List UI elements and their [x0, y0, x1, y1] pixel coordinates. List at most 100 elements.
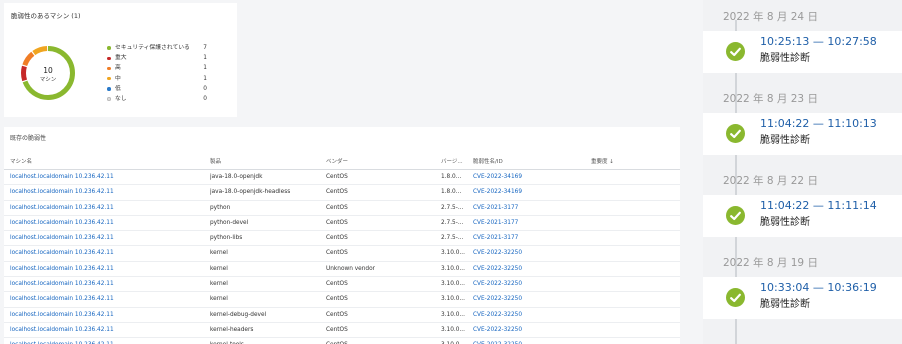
product-cell: python-devel — [210, 219, 249, 226]
check-circle-icon — [726, 288, 745, 307]
scan-time-range[interactable]: 10:33:04 — 10:36:19 — [760, 281, 877, 294]
product-cell: kernel — [210, 265, 228, 272]
product-cell: kernel-headers — [210, 326, 254, 333]
version-cell: 2.7.5-... — [441, 219, 464, 226]
cve-link[interactable]: CVE-2022-32250 — [473, 262, 588, 276]
machines-donut-chart: 10 マシン — [21, 46, 75, 100]
column-header-cve[interactable]: 脆弱性名/ID — [473, 157, 588, 167]
timeline-scan-entry[interactable]: 11:04:22 — 11:10:13 脆弱性診断 — [703, 113, 902, 155]
scan-timeline: 2022 年 8 月 24 日 10:25:13 — 10:27:58 脆弱性診断 2… — [703, 0, 902, 344]
machine-link[interactable]: localhost.localdomain 10.236.42.11 — [10, 262, 200, 276]
version-cell: 3.10.0... — [441, 265, 465, 272]
scan-time-range[interactable]: 11:04:22 — 11:10:13 — [760, 117, 877, 130]
table-body: localhost.localdomain 10.236.42.11 java-1… — [4, 170, 680, 344]
version-cell: 1.8.0... — [441, 189, 462, 196]
card-title: 脆弱性のあるマシン (1) — [11, 12, 81, 20]
product-cell: kernel-tools — [210, 338, 325, 344]
vendor-cell: CentOS — [326, 204, 348, 211]
column-header-version[interactable]: バージ... — [441, 157, 467, 167]
product-cell: python-libs — [210, 235, 243, 242]
legend-item-medium: 中 1 — [107, 74, 207, 84]
table-header: マシン名 製品 ベンダー バージ... 脆弱性名/ID 重要度 ↓ — [4, 157, 680, 170]
vendor-cell: CentOS — [326, 219, 348, 226]
table-row[interactable]: localhost.localdomain 10.236.42.11 java-1… — [4, 185, 680, 201]
table-row[interactable]: localhost.localdomain 10.236.42.11 kernel… — [4, 338, 680, 344]
check-circle-icon — [726, 124, 745, 143]
machine-link[interactable]: localhost.localdomain 10.236.42.11 — [10, 277, 200, 291]
timeline-date-header: 2022 年 8 月 19 日 — [723, 257, 818, 269]
version-cell: 3.10.0... — [441, 311, 465, 318]
machine-link[interactable]: localhost.localdomain 10.236.42.11 — [10, 216, 200, 230]
vendor-cell: CentOS — [326, 296, 348, 303]
machine-link[interactable]: localhost.localdomain 10.236.42.11 — [10, 170, 200, 184]
machine-link[interactable]: localhost.localdomain 10.236.42.11 — [10, 338, 200, 344]
table-row[interactable]: localhost.localdomain 10.236.42.11 kernel… — [4, 277, 680, 293]
legend-dot — [107, 66, 111, 71]
machine-link[interactable]: localhost.localdomain 10.236.42.11 — [10, 246, 200, 260]
table-row[interactable]: localhost.localdomain 10.236.42.11 kernel… — [4, 262, 680, 278]
vendor-cell: CentOS — [326, 235, 348, 242]
table-row[interactable]: localhost.localdomain 10.236.42.11 java-1… — [4, 170, 680, 186]
legend-dot — [107, 76, 111, 81]
product-cell: kernel — [210, 296, 228, 303]
table-row[interactable]: localhost.localdomain 10.236.42.11 kernel… — [4, 246, 680, 262]
timeline-date-header: 2022 年 8 月 24 日 — [723, 11, 818, 23]
legend-item-none: なし 0 — [107, 94, 207, 104]
cve-link[interactable]: CVE-2022-32250 — [473, 277, 588, 291]
scan-time-range[interactable]: 10:25:13 — 10:27:58 — [760, 35, 877, 48]
version-cell: 3.10.0... — [441, 338, 467, 344]
table-row[interactable]: localhost.localdomain 10.236.42.11 kernel… — [4, 308, 680, 323]
table-row[interactable]: localhost.localdomain 10.236.42.11 kernel… — [4, 323, 680, 339]
cve-link[interactable]: CVE-2021-3177 — [473, 216, 588, 230]
timeline-date-header: 2022 年 8 月 23 日 — [723, 93, 818, 105]
legend-item-high: 高 1 — [107, 63, 207, 73]
vendor-cell: CentOS — [326, 281, 348, 288]
cve-link[interactable]: CVE-2022-32250 — [473, 246, 588, 260]
check-circle-icon — [726, 206, 745, 225]
cve-link[interactable]: CVE-2022-34169 — [473, 185, 588, 199]
machine-link[interactable]: localhost.localdomain 10.236.42.11 — [10, 231, 200, 245]
vendor-cell: Unknown vendor — [326, 265, 376, 272]
column-header-severity[interactable]: 重要度 ↓ — [591, 157, 671, 167]
timeline-scan-entry[interactable]: 10:25:13 — 10:27:58 脆弱性診断 — [703, 31, 902, 73]
product-cell: kernel — [210, 281, 228, 288]
product-cell: java-18.0-openjdk-headless — [210, 189, 291, 196]
existing-vulnerabilities-panel: 既存の脆弱性 マシン名 製品 ベンダー バージ... 脆弱性名/ID 重要度 ↓… — [4, 127, 680, 344]
cve-link[interactable]: CVE-2022-32250 — [473, 323, 588, 337]
cve-link[interactable]: CVE-2022-32250 — [473, 308, 588, 322]
cve-link[interactable]: CVE-2022-32250 — [473, 338, 588, 344]
table-row[interactable]: localhost.localdomain 10.236.42.11 python… — [4, 216, 680, 232]
legend-item-critical: 重大 1 — [107, 53, 207, 63]
cve-link[interactable]: CVE-2022-32250 — [473, 292, 588, 306]
cve-link[interactable]: CVE-2021-3177 — [473, 231, 588, 245]
version-cell: 1.8.0... — [441, 174, 462, 180]
vendor-cell: CentOS — [326, 338, 438, 344]
timeline-scan-entry[interactable]: 10:33:04 — 10:36:19 脆弱性診断 — [703, 277, 902, 319]
scan-time-range[interactable]: 11:04:22 — 11:11:14 — [760, 199, 877, 212]
vulnerable-machines-card: 脆弱性のあるマシン (1) 10 マシン セキュリティ保護されている 7 重大 … — [4, 3, 237, 117]
machine-link[interactable]: localhost.localdomain 10.236.42.11 — [10, 323, 200, 337]
machine-link[interactable]: localhost.localdomain 10.236.42.11 — [10, 185, 200, 199]
cve-link[interactable]: CVE-2021-3177 — [473, 201, 588, 215]
timeline-scan-entry[interactable]: 11:04:22 — 11:11:14 脆弱性診断 — [703, 195, 902, 237]
version-cell: 2.7.5-... — [441, 204, 464, 211]
column-header-machine[interactable]: マシン名 — [10, 157, 200, 167]
version-cell: 3.10.0... — [441, 326, 465, 333]
machine-link[interactable]: localhost.localdomain 10.236.42.11 — [10, 308, 200, 322]
column-header-product[interactable]: 製品 — [210, 157, 325, 167]
legend-dot — [107, 97, 111, 101]
machine-link[interactable]: localhost.localdomain 10.236.42.11 — [10, 292, 200, 306]
severity-legend: セキュリティ保護されている 7 重大 1 高 1 中 1 低 0 なし 0 — [107, 43, 207, 104]
scan-type-label: 脆弱性診断 — [760, 53, 810, 64]
legend-item-secure: セキュリティ保護されている 7 — [107, 43, 207, 53]
cve-link[interactable]: CVE-2022-34169 — [473, 170, 588, 184]
legend-item-low: 低 0 — [107, 84, 207, 94]
donut-total-label: マシン — [40, 76, 57, 83]
legend-dot — [107, 56, 111, 61]
table-row[interactable]: localhost.localdomain 10.236.42.11 python… — [4, 231, 680, 247]
table-row[interactable]: localhost.localdomain 10.236.42.11 python… — [4, 201, 680, 216]
check-circle-icon — [726, 42, 745, 61]
column-header-vendor[interactable]: ベンダー — [326, 157, 438, 167]
table-row[interactable]: localhost.localdomain 10.236.42.11 kernel… — [4, 292, 680, 308]
machine-link[interactable]: localhost.localdomain 10.236.42.11 — [10, 201, 200, 215]
